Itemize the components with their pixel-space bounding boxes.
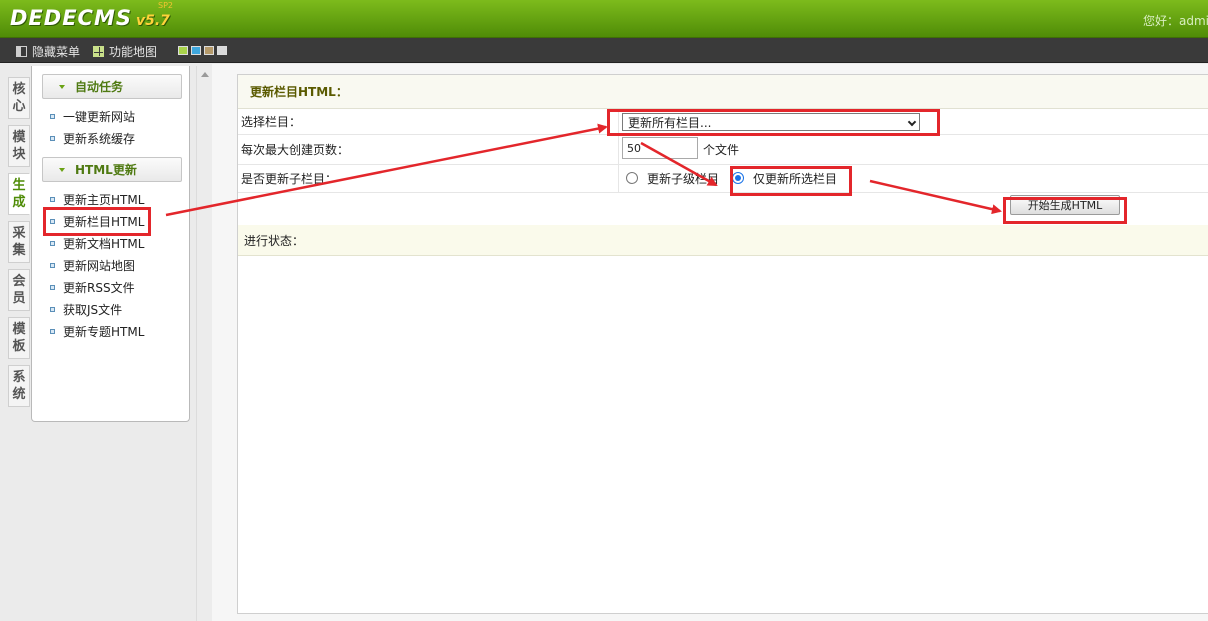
chevron-down-icon bbox=[907, 117, 917, 127]
menu-group-auto-tasks[interactable]: 自动任务 bbox=[42, 74, 182, 99]
category-select-value: 更新所有栏目... bbox=[628, 115, 712, 130]
tab-system[interactable]: 系统 bbox=[8, 365, 30, 407]
left-menu: 自动任务 一键更新网站 更新系统缓存 HTML更新 更新主页HTML 更新栏目H… bbox=[31, 66, 190, 422]
skin-blue-swatch[interactable] bbox=[191, 46, 201, 55]
row-select-category: 选择栏目： 更新所有栏目... bbox=[238, 109, 1208, 135]
menu-group-html-update[interactable]: HTML更新 bbox=[42, 157, 182, 182]
menu-scrollbar[interactable] bbox=[196, 66, 212, 621]
menu-item-one-click-update[interactable]: 一键更新网站 bbox=[50, 107, 135, 125]
menu-item-label: 获取JS文件 bbox=[63, 302, 123, 317]
menu-item-update-documents[interactable]: 更新文档HTML bbox=[50, 234, 144, 252]
row-divider bbox=[618, 109, 619, 134]
logo-version: v5.7 bbox=[136, 13, 170, 29]
menu-item-label: 更新系统缓存 bbox=[63, 131, 136, 146]
tab-templates[interactable]: 模板 bbox=[8, 317, 30, 359]
menu-item-update-homepage[interactable]: 更新主页HTML bbox=[50, 190, 144, 208]
select-category-label: 选择栏目： bbox=[241, 115, 302, 129]
function-map-label: 功能地图 bbox=[109, 44, 158, 59]
logo-text: DEDECMS bbox=[10, 6, 132, 30]
row-divider bbox=[618, 135, 619, 164]
logo-version-sub: SP2 bbox=[158, 1, 173, 10]
bullet-icon bbox=[50, 328, 55, 334]
max-pages-unit: 个文件 bbox=[703, 143, 740, 157]
menu-item-update-cache[interactable]: 更新系统缓存 bbox=[50, 129, 135, 147]
tab-members[interactable]: 会员 bbox=[8, 269, 30, 311]
row-update-children: 是否更新子栏目： 更新子级栏目 仅更新所选栏目 bbox=[238, 165, 1208, 193]
bullet-icon bbox=[50, 306, 55, 312]
max-pages-label: 每次最大创建页数： bbox=[241, 143, 350, 157]
main-area: 更新栏目HTML： 选择栏目： 更新所有栏目... 每次最大创建页数： 50 个… bbox=[212, 64, 1208, 621]
hide-menu-button[interactable]: 隐藏菜单 bbox=[16, 43, 80, 59]
skin-green-swatch[interactable] bbox=[178, 46, 188, 55]
menu-item-update-topics[interactable]: 更新专题HTML bbox=[50, 322, 144, 340]
radio-update-children-label[interactable]: 更新子级栏目 bbox=[647, 165, 719, 192]
menu-group-label: 自动任务 bbox=[75, 80, 124, 94]
row-divider bbox=[618, 165, 619, 192]
tab-modules[interactable]: 模块 bbox=[8, 125, 30, 167]
menu-item-label: 更新文档HTML bbox=[63, 236, 145, 251]
bullet-icon bbox=[50, 135, 55, 141]
scroll-up-icon[interactable] bbox=[201, 72, 209, 77]
top-header: DEDECMS v5.7 SP2 您好：admin bbox=[0, 0, 1208, 38]
chevron-down-icon bbox=[59, 84, 65, 89]
menu-item-get-js[interactable]: 获取JS文件 bbox=[50, 300, 122, 318]
menu-group-label: HTML更新 bbox=[75, 163, 137, 177]
tab-generate[interactable]: 生成 bbox=[8, 173, 30, 215]
page-title: 更新栏目HTML： bbox=[238, 75, 1208, 109]
category-select[interactable]: 更新所有栏目... bbox=[622, 113, 920, 131]
hide-menu-label: 隐藏菜单 bbox=[32, 44, 81, 59]
menu-item-label: 一键更新网站 bbox=[63, 109, 136, 124]
bullet-icon bbox=[50, 262, 55, 268]
bullet-icon bbox=[50, 113, 55, 119]
top-toolbar: 隐藏菜单 功能地图 bbox=[0, 38, 1208, 63]
menu-item-label: 更新网站地图 bbox=[63, 258, 136, 273]
radio-update-children[interactable] bbox=[626, 172, 638, 184]
menu-item-update-category-html[interactable]: 更新栏目HTML bbox=[50, 212, 144, 230]
user-greeting: 您好：admin bbox=[1143, 14, 1208, 28]
skin-brown-swatch[interactable] bbox=[204, 46, 214, 55]
row-actions: 开始生成HTML bbox=[238, 193, 1208, 225]
skin-switcher bbox=[178, 46, 227, 55]
menu-item-label: 更新主页HTML bbox=[63, 192, 145, 207]
menu-item-label: 更新专题HTML bbox=[63, 324, 145, 339]
max-pages-input[interactable]: 50 bbox=[622, 137, 698, 159]
hide-menu-icon bbox=[16, 45, 27, 57]
tab-core[interactable]: 核心 bbox=[8, 77, 30, 119]
status-label: 进行状态： bbox=[244, 233, 305, 248]
update-category-form: 更新栏目HTML： 选择栏目： 更新所有栏目... 每次最大创建页数： 50 个… bbox=[237, 74, 1208, 614]
row-max-pages: 每次最大创建页数： 50 个文件 bbox=[238, 135, 1208, 165]
bullet-icon bbox=[50, 218, 55, 224]
menu-item-label: 更新RSS文件 bbox=[63, 280, 135, 295]
function-map-button[interactable]: 功能地图 bbox=[93, 43, 157, 59]
menu-item-update-sitemap[interactable]: 更新网站地图 bbox=[50, 256, 135, 274]
tab-collect[interactable]: 采集 bbox=[8, 221, 30, 263]
radio-selected-only[interactable] bbox=[732, 172, 744, 184]
progress-status: 进行状态： bbox=[238, 225, 1208, 256]
radio-selected-only-label[interactable]: 仅更新所选栏目 bbox=[753, 165, 837, 192]
menu-item-label: 更新栏目HTML bbox=[63, 214, 145, 229]
dedecms-logo: DEDECMS v5.7 bbox=[10, 6, 170, 32]
menu-item-update-rss[interactable]: 更新RSS文件 bbox=[50, 278, 135, 296]
update-children-label: 是否更新子栏目： bbox=[241, 172, 338, 186]
bullet-icon bbox=[50, 240, 55, 246]
chevron-down-icon bbox=[59, 167, 65, 172]
grid-map-icon bbox=[93, 45, 104, 57]
bullet-icon bbox=[50, 196, 55, 202]
start-generate-html-button[interactable]: 开始生成HTML bbox=[1010, 195, 1120, 215]
skin-gray-swatch[interactable] bbox=[217, 46, 227, 55]
bullet-icon bbox=[50, 284, 55, 290]
